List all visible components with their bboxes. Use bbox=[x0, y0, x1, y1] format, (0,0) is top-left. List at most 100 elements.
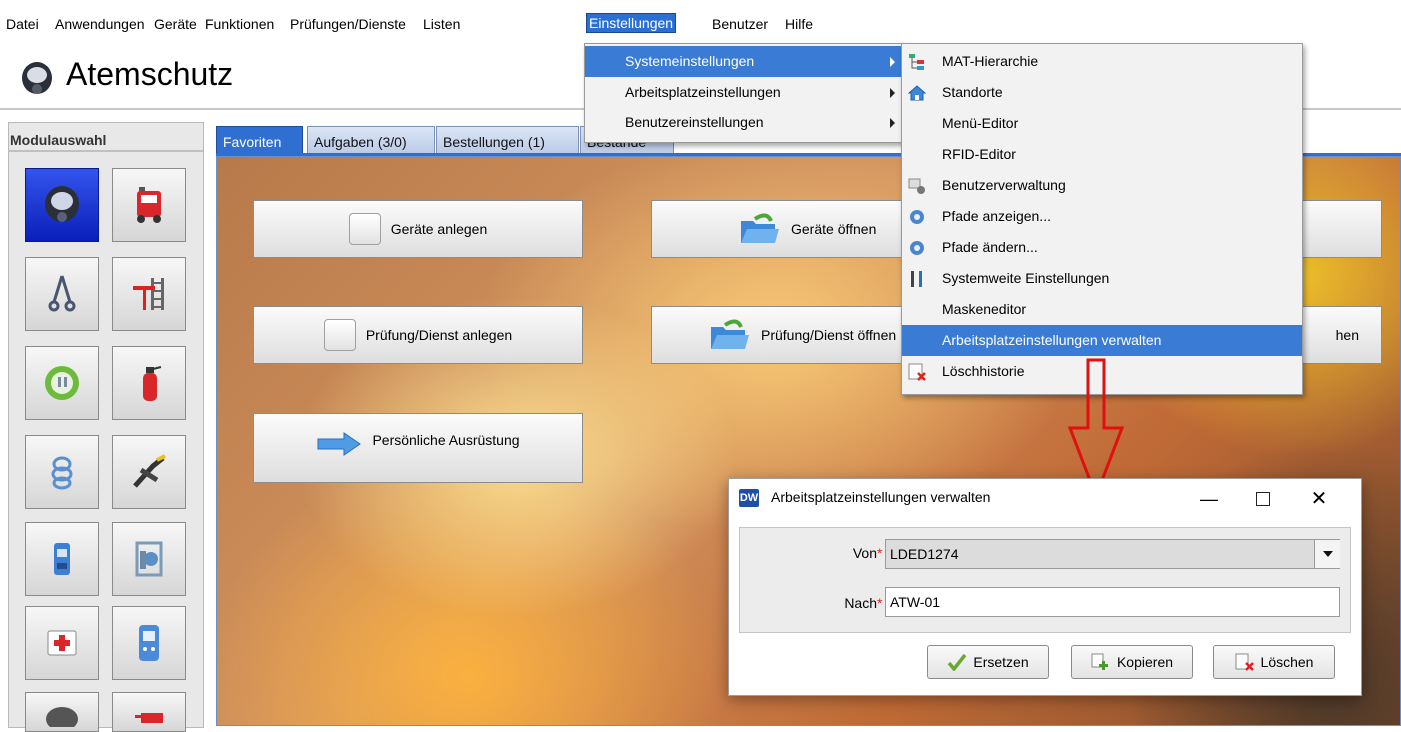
module-gurte-button[interactable] bbox=[25, 257, 99, 331]
submenu-arrow-icon bbox=[890, 57, 895, 67]
hierarchy-tree-icon bbox=[909, 54, 924, 70]
tab-bestellungen[interactable]: Bestellungen (1) bbox=[436, 126, 579, 156]
geraete-oeffnen-label: Geräte öffnen bbox=[791, 221, 877, 237]
right-action-button-1[interactable] bbox=[1298, 200, 1382, 258]
ersetzen-button[interactable]: Ersetzen bbox=[927, 645, 1049, 679]
persoenliche-ausruestung-button[interactable]: Persönliche Ausrüstung bbox=[253, 413, 583, 483]
menu-item-standorte[interactable]: Standorte bbox=[902, 77, 1302, 108]
menu-item-label: Systemeinstellungen bbox=[625, 53, 755, 69]
menu-hilfe[interactable]: Hilfe bbox=[785, 15, 813, 33]
menu-item-mat-hierarchie[interactable]: MAT-Hierarchie bbox=[902, 46, 1302, 77]
loeschen-label: Löschen bbox=[1260, 654, 1314, 670]
module-atemschutz-button[interactable] bbox=[25, 168, 99, 242]
menu-listen[interactable]: Listen bbox=[423, 15, 460, 33]
open-folder-icon bbox=[741, 213, 779, 243]
menu-item-label: Arbeitsplatzeinstellungen bbox=[625, 84, 781, 100]
sidebar-divider bbox=[8, 150, 204, 152]
module-sanitaet-button[interactable] bbox=[25, 606, 99, 680]
menu-item-rfid-editor[interactable]: RFID-Editor bbox=[902, 139, 1302, 170]
von-label: Von bbox=[852, 545, 877, 561]
menu-item-label: Pfade ändern... bbox=[942, 239, 1038, 255]
delete-history-icon bbox=[908, 363, 926, 381]
chevron-down-icon[interactable] bbox=[1314, 540, 1340, 568]
module-funk-button[interactable] bbox=[25, 522, 99, 596]
kopieren-label: Kopieren bbox=[1116, 654, 1174, 670]
menu-item-arbeitsplatzeinstellungen-verwalten[interactable]: Arbeitsplatzeinstellungen verwalten bbox=[902, 325, 1302, 356]
copy-add-icon bbox=[1091, 653, 1108, 670]
arbeitsplatzeinstellungen-dialog: DW Arbeitsplatzeinstellungen verwalten —… bbox=[728, 478, 1362, 696]
pruefung-oeffnen-button[interactable]: Prüfung/Dienst öffnen bbox=[651, 306, 903, 364]
menu-item-benutzerverwaltung[interactable]: Benutzerverwaltung bbox=[902, 170, 1302, 201]
persoenliche-ausruestung-label: Persönliche Ausrüstung bbox=[372, 432, 520, 448]
nach-input[interactable]: ATW-01 bbox=[885, 587, 1340, 617]
menu-benutzer[interactable]: Benutzer bbox=[712, 15, 768, 33]
geraete-anlegen-button[interactable]: Geräte anlegen bbox=[253, 200, 583, 258]
nach-label: Nach bbox=[844, 595, 877, 611]
fire-truck-icon bbox=[137, 187, 161, 223]
delete-icon bbox=[1235, 653, 1254, 671]
menu-item-label: RFID-Editor bbox=[942, 146, 1016, 162]
menu-item-label: Maskeneditor bbox=[942, 301, 1027, 317]
module-rettungsgeraete-button[interactable] bbox=[112, 435, 186, 509]
menu-item-systemweite-einstellungen[interactable]: Systemweite Einstellungen bbox=[902, 263, 1302, 294]
module-messgeraete-button[interactable] bbox=[112, 606, 186, 680]
menu-datei[interactable]: Datei bbox=[6, 15, 39, 33]
menu-item-benutzereinstellungen[interactable]: Benutzereinstellungen bbox=[585, 107, 903, 138]
rope-icon bbox=[51, 456, 73, 490]
menu-item-menue-editor[interactable]: Menü-Editor bbox=[902, 108, 1302, 139]
dialog-title: Arbeitsplatzeinstellungen verwalten bbox=[771, 489, 991, 505]
module-feuerloescher-button[interactable] bbox=[112, 346, 186, 420]
module-pumpen-button[interactable] bbox=[112, 522, 186, 596]
minimize-icon[interactable]: — bbox=[1189, 483, 1229, 515]
menu-item-arbeitsplatzeinstellungen[interactable]: Arbeitsplatzeinstellungen bbox=[585, 77, 903, 108]
maximize-icon[interactable] bbox=[1243, 483, 1283, 515]
page-title: Atemschutz bbox=[66, 56, 234, 92]
ersetzen-label: Ersetzen bbox=[973, 654, 1029, 670]
module-elektro-button[interactable] bbox=[25, 346, 99, 420]
pruefung-oeffnen-label: Prüfung/Dienst öffnen bbox=[761, 327, 897, 343]
menu-pruefungen-dienste[interactable]: Prüfungen/Dienste bbox=[290, 15, 406, 33]
close-icon[interactable]: ✕ bbox=[1299, 483, 1339, 515]
module-fahrzeuge-button[interactable] bbox=[112, 168, 186, 242]
menu-item-label: Benutzereinstellungen bbox=[625, 114, 764, 130]
harness-icon bbox=[48, 275, 76, 312]
gear-icon bbox=[910, 241, 924, 255]
arrow-right-icon bbox=[317, 432, 362, 456]
pruefung-anlegen-button[interactable]: Prüfung/Dienst anlegen bbox=[253, 306, 583, 364]
module-schlaeuche-button[interactable] bbox=[112, 692, 186, 732]
app-badge-icon: DW bbox=[739, 489, 759, 507]
breathing-mask-icon bbox=[45, 186, 79, 222]
menu-item-systemeinstellungen[interactable]: Systemeinstellungen bbox=[585, 46, 903, 77]
module-helme-button[interactable] bbox=[25, 692, 99, 732]
required-marker: * bbox=[877, 595, 883, 611]
menu-anwendungen[interactable]: Anwendungen bbox=[55, 15, 145, 33]
kopieren-button[interactable]: Kopieren bbox=[1071, 645, 1193, 679]
tab-aufgaben[interactable]: Aufgaben (3/0) bbox=[307, 126, 435, 156]
geraete-oeffnen-button[interactable]: Geräte öffnen bbox=[651, 200, 903, 258]
menu-item-label: Arbeitsplatzeinstellungen verwalten bbox=[942, 332, 1162, 348]
menu-einstellungen[interactable]: Einstellungen bbox=[585, 13, 677, 33]
pruefung-suchen-label: hen bbox=[1335, 327, 1359, 343]
menu-item-label: Systemweite Einstellungen bbox=[942, 270, 1110, 286]
menu-geraete[interactable]: Geräte bbox=[154, 15, 197, 33]
menu-bar: Datei Anwendungen Geräte Funktionen Prüf… bbox=[0, 0, 1401, 38]
von-select[interactable]: LDED1274 bbox=[885, 539, 1340, 569]
required-marker: * bbox=[877, 545, 883, 561]
module-leitern-button[interactable] bbox=[112, 257, 186, 331]
tab-favoriten[interactable]: Favoriten bbox=[216, 126, 303, 156]
radio-icon bbox=[54, 543, 70, 575]
fire-extinguisher-icon bbox=[143, 366, 162, 401]
menu-item-pfade-anzeigen[interactable]: Pfade anzeigen... bbox=[902, 201, 1302, 232]
menu-item-pfade-aendern[interactable]: Pfade ändern... bbox=[902, 232, 1302, 263]
menu-item-maskeneditor[interactable]: Maskeneditor bbox=[902, 294, 1302, 325]
loeschen-button[interactable]: Löschen bbox=[1213, 645, 1335, 679]
tools-icon bbox=[911, 271, 922, 287]
module-seile-button[interactable] bbox=[25, 435, 99, 509]
systemeinstellungen-submenu: MAT-Hierarchie Standorte Menü-Editor RFI… bbox=[901, 43, 1303, 395]
menu-item-label: Benutzerverwaltung bbox=[942, 177, 1066, 193]
pruefung-suchen-button[interactable]: hen bbox=[1298, 306, 1382, 364]
blank-document-icon bbox=[348, 213, 381, 245]
menu-funktionen[interactable]: Funktionen bbox=[205, 15, 274, 33]
geraete-anlegen-label: Geräte anlegen bbox=[390, 221, 488, 237]
pruefung-anlegen-label: Prüfung/Dienst anlegen bbox=[365, 327, 513, 343]
